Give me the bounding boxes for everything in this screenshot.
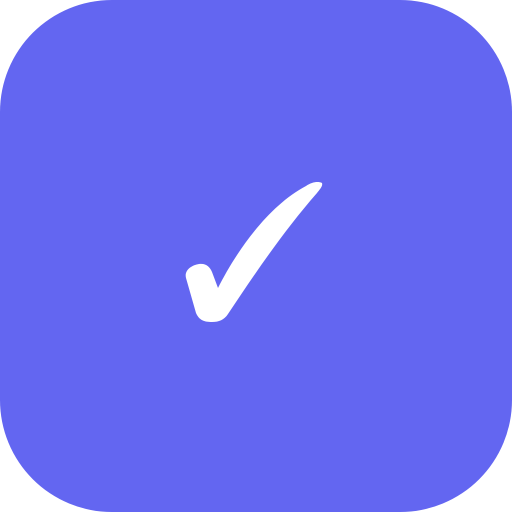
checkmark-icon xyxy=(185,182,323,322)
app-icon[interactable] xyxy=(0,0,512,512)
